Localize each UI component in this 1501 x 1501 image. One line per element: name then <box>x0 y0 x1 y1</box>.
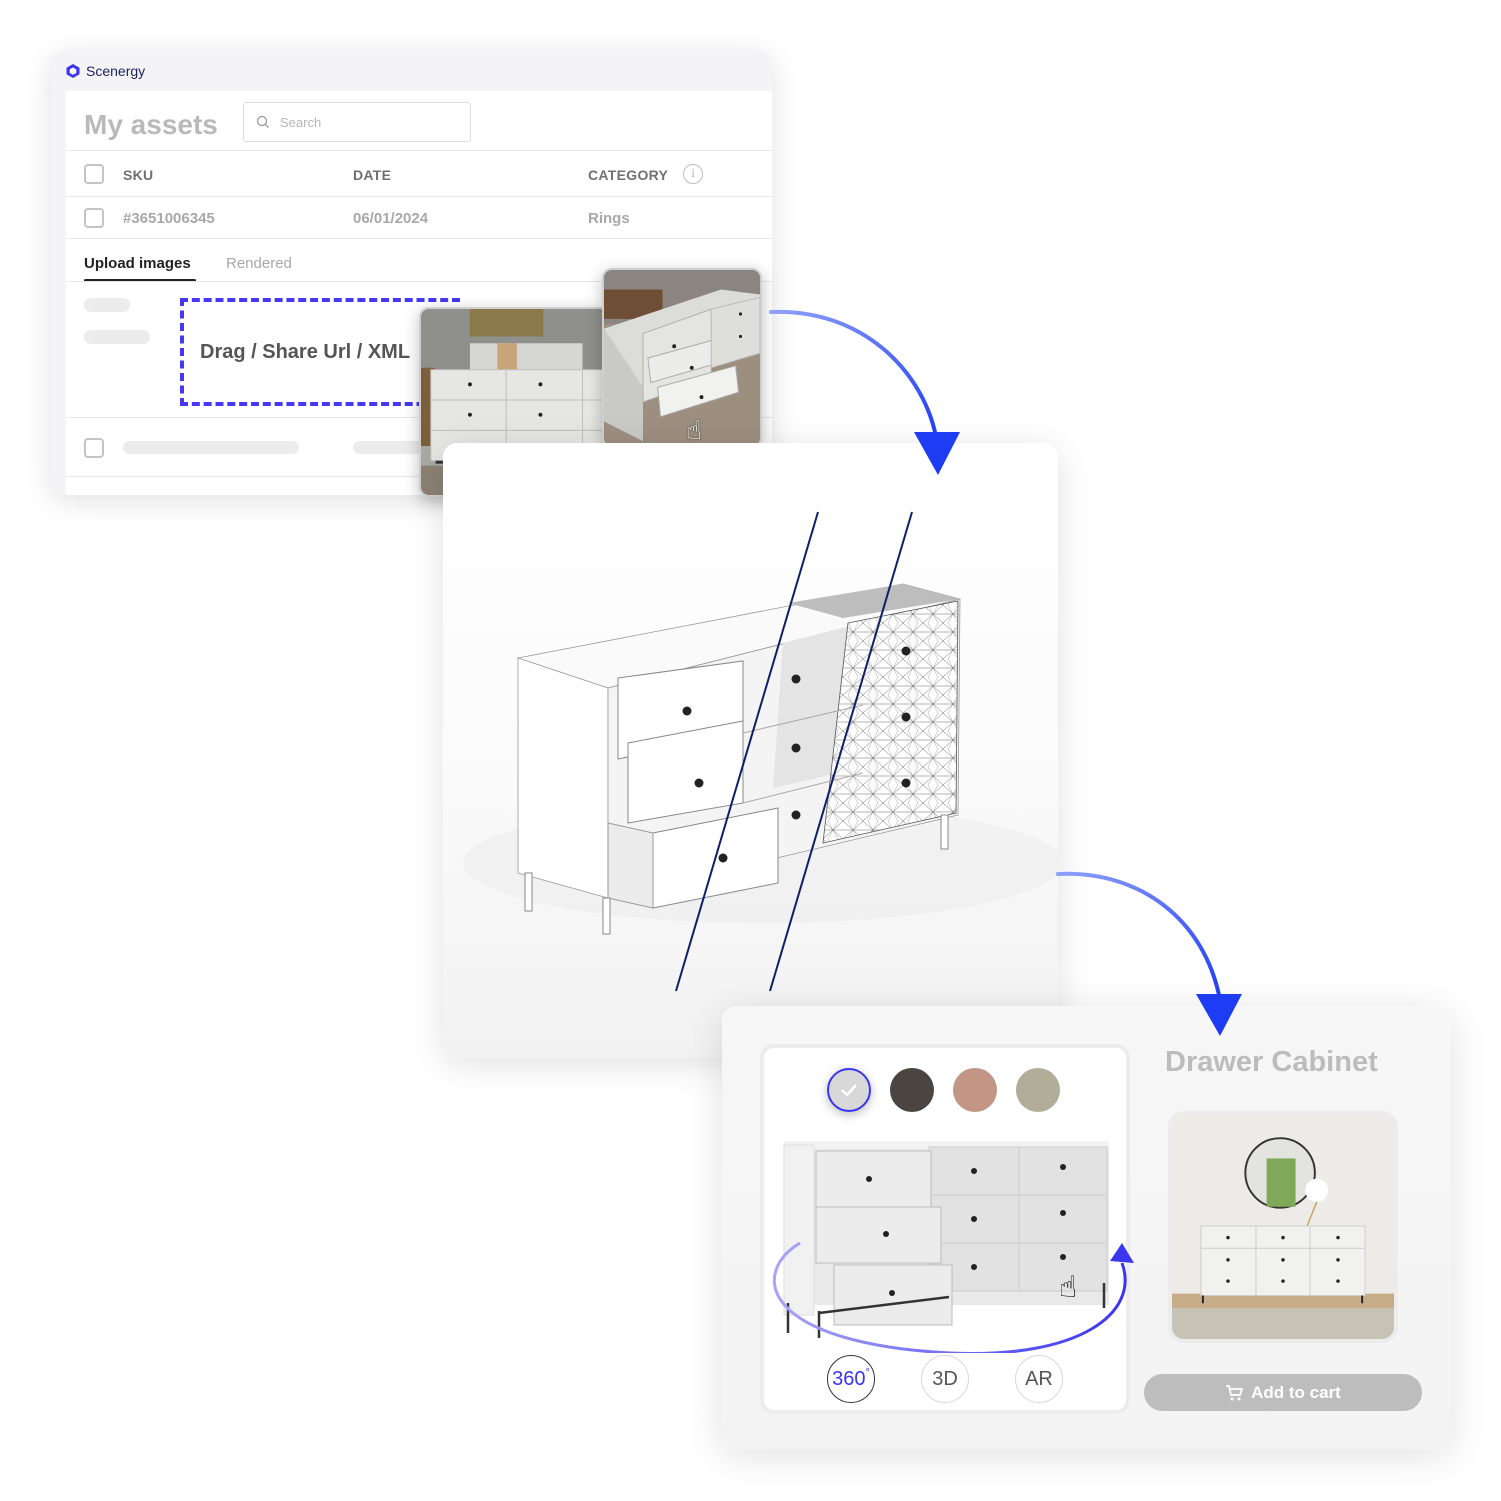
dresser-3d-render <box>463 511 1058 992</box>
divider <box>66 150 772 151</box>
room-lifestyle-photo[interactable] <box>1168 1111 1398 1343</box>
check-icon <box>841 1084 857 1097</box>
info-icon[interactable]: i <box>683 164 703 184</box>
page-title: My assets <box>84 109 218 140</box>
add-to-cart-label: Add to cart <box>1251 1382 1341 1402</box>
view-mode-3d-button[interactable]: 3D <box>921 1355 969 1403</box>
tab-rendered[interactable]: Rendered <box>226 255 292 272</box>
brand: Scenergy <box>65 63 145 79</box>
skeleton-placeholder <box>84 298 130 312</box>
hand-cursor-icon: ☝ <box>686 415 702 445</box>
flow-arrow-3d-to-product <box>1056 871 1222 1002</box>
skeleton-placeholder <box>123 441 299 454</box>
tab-upload-images[interactable]: Upload images <box>84 255 191 272</box>
3d-model-viewer[interactable] <box>443 443 1058 1058</box>
row-checkbox[interactable] <box>84 438 104 458</box>
column-header-category[interactable]: CATEGORY <box>588 167 668 183</box>
select-all-checkbox[interactable] <box>84 164 104 184</box>
uploaded-photo-angle[interactable] <box>602 268 762 448</box>
scenergy-logo-icon <box>66 64 80 78</box>
column-header-sku[interactable]: SKU <box>123 167 153 183</box>
dresser-photo-angle <box>604 270 760 446</box>
brand-name: Scenergy <box>86 63 146 79</box>
divider <box>66 238 772 239</box>
color-swatch-rose[interactable] <box>953 1068 997 1112</box>
degree-symbol: ° <box>865 1367 870 1379</box>
row-category: Rings <box>588 210 630 227</box>
view-mode-360-button[interactable]: 360 ° <box>827 1355 875 1403</box>
view-mode-ar-button[interactable]: AR <box>1015 1355 1063 1403</box>
product-viewer[interactable]: ☝ 360 ° 3D AR <box>760 1044 1134 1414</box>
search-field[interactable] <box>243 102 471 142</box>
column-header-date[interactable]: DATE <box>353 167 391 183</box>
room-scene-image <box>1172 1115 1394 1339</box>
row-sku: #3651006345 <box>123 210 215 227</box>
search-input[interactable] <box>280 114 450 130</box>
flow-arrow-upload-to-3d <box>769 309 939 444</box>
color-swatch-sage[interactable] <box>1016 1068 1060 1112</box>
color-swatch-charcoal[interactable] <box>890 1068 934 1112</box>
add-to-cart-button[interactable]: Add to cart <box>1144 1374 1422 1411</box>
cart-icon <box>1226 1384 1244 1400</box>
rotate-360-arrow-icon <box>772 1241 1134 1353</box>
divider <box>66 196 772 197</box>
row-checkbox[interactable] <box>84 208 104 228</box>
row-date: 06/01/2024 <box>353 210 429 227</box>
dropzone-label: Drag / Share Url / XML <box>200 341 411 363</box>
color-swatch-light-gray[interactable] <box>827 1068 871 1112</box>
search-icon <box>256 115 269 128</box>
product-title: Drawer Cabinet <box>1165 1046 1378 1078</box>
skeleton-placeholder <box>84 330 150 344</box>
view-mode-label: 360 <box>832 1367 866 1390</box>
product-page: ☝ 360 ° 3D AR Drawer Cabinet Add to cart <box>722 1006 1451 1450</box>
hand-cursor-icon: ☝ <box>1059 1271 1078 1304</box>
